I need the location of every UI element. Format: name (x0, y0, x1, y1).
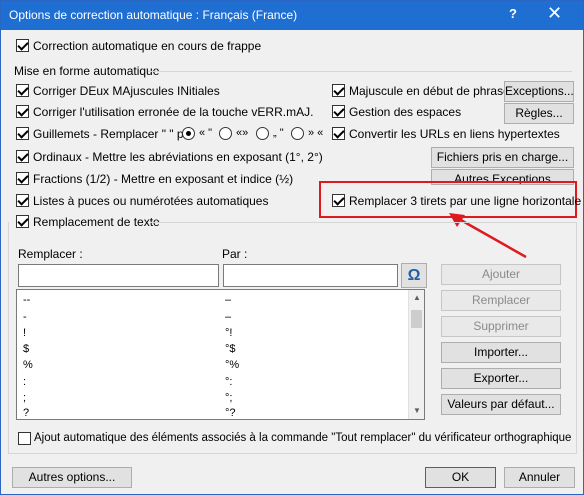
gestion-espaces-checkbox[interactable] (332, 105, 345, 118)
replacement-divider (150, 222, 577, 223)
fichiers-pris-en-charge-button[interactable]: Fichiers pris en charge... (431, 147, 574, 168)
guillemets-checkbox[interactable] (16, 127, 29, 140)
list-item[interactable]: -- – (17, 294, 409, 309)
listes-label: Listes à puces ou numérotées automatique… (33, 194, 269, 208)
deux-majuscules-label: Corriger DEux MAjuscules INitiales (33, 84, 220, 98)
quote-radio-3[interactable] (256, 127, 269, 140)
title-bar: Options de correction automatique : Fran… (1, 1, 583, 30)
list-item[interactable]: ? °? (17, 407, 409, 419)
guillemets-label: Guillemets - Remplacer " " par (33, 127, 195, 141)
regles-button[interactable]: Règles... (504, 103, 574, 124)
ordinaux-label: Ordinaux - Mettre les abréviations en ex… (33, 150, 323, 164)
valeurs-defaut-button[interactable]: Valeurs par défaut... (441, 394, 561, 415)
ajouter-button[interactable]: Ajouter (441, 264, 561, 285)
convertir-urls-label: Convertir les URLs en liens hypertextes (349, 127, 560, 141)
list-scrollbar[interactable]: ▲ ▼ (408, 290, 424, 419)
fractions-label: Fractions (1/2) - Mettre en exposant et … (33, 172, 294, 186)
convertir-urls-checkbox[interactable] (332, 127, 345, 140)
replace-label: Remplacer : (18, 247, 83, 261)
autocorrect-dialog: Options de correction automatique : Fran… (0, 0, 584, 495)
remplacer-tirets-checkbox[interactable] (332, 194, 345, 207)
quote-radio-4-label: » « (308, 127, 324, 139)
group-title: Mise en forme automatique (14, 64, 160, 78)
close-button[interactable]: ✕ (547, 3, 562, 24)
exporter-button[interactable]: Exporter... (441, 368, 561, 389)
scroll-thumb[interactable] (411, 310, 422, 328)
exceptions-button[interactable]: Exceptions... (504, 81, 574, 102)
remplacer-button[interactable]: Remplacer (441, 290, 561, 311)
replace-input[interactable] (18, 264, 219, 287)
correction-frappe-checkbox[interactable] (16, 39, 29, 52)
verr-maj-checkbox[interactable] (16, 105, 29, 118)
list-item[interactable]: % °% (17, 359, 409, 374)
insert-symbol-button[interactable]: Ω (401, 263, 427, 288)
quote-radio-4[interactable] (291, 127, 304, 140)
list-item[interactable]: ! °! (17, 327, 409, 342)
quote-radio-1[interactable] (182, 127, 195, 140)
list-item[interactable]: - – (17, 311, 409, 326)
quote-radio-2-label: «» (236, 127, 249, 139)
by-label: Par : (222, 247, 248, 261)
gestion-espaces-label: Gestion des espaces (349, 105, 462, 119)
replacement-list[interactable]: -- – - – ! °! $ °$ % °% : °: ; °; ? °? ▲ ▼ (16, 289, 425, 420)
by-input[interactable] (223, 264, 398, 287)
quote-radio-3-label: „ " (273, 127, 284, 139)
ajout-auto-label: Ajout automatique des éléments associés … (34, 432, 572, 444)
correction-frappe-label: Correction automatique en cours de frapp… (33, 39, 262, 53)
supprimer-button[interactable]: Supprimer (441, 316, 561, 337)
list-item[interactable]: $ °$ (17, 343, 409, 358)
annuler-button[interactable]: Annuler (504, 467, 575, 488)
ordinaux-checkbox[interactable] (16, 150, 29, 163)
ok-button[interactable]: OK (425, 467, 496, 488)
ajout-auto-checkbox[interactable] (18, 432, 31, 445)
quote-radio-1-label: « " (199, 127, 213, 139)
window-title: Options de correction automatique : Fran… (9, 8, 298, 22)
deux-majuscules-checkbox[interactable] (16, 84, 29, 97)
scroll-up-icon[interactable]: ▲ (409, 290, 424, 306)
verr-maj-label: Corriger l'utilisation erronée de la tou… (33, 105, 314, 119)
group-divider (148, 71, 572, 72)
importer-button[interactable]: Importer... (441, 342, 561, 363)
listes-checkbox[interactable] (16, 194, 29, 207)
autres-options-button[interactable]: Autres options... (12, 467, 132, 488)
list-item[interactable]: ; °; (17, 392, 409, 407)
help-button[interactable]: ? (509, 6, 517, 21)
quote-radio-2[interactable] (219, 127, 232, 140)
list-item[interactable]: : °: (17, 376, 409, 391)
scroll-down-icon[interactable]: ▼ (409, 403, 424, 419)
majuscule-phrase-label: Majuscule en début de phrase (349, 84, 510, 98)
fractions-checkbox[interactable] (16, 172, 29, 185)
majuscule-phrase-checkbox[interactable] (332, 84, 345, 97)
